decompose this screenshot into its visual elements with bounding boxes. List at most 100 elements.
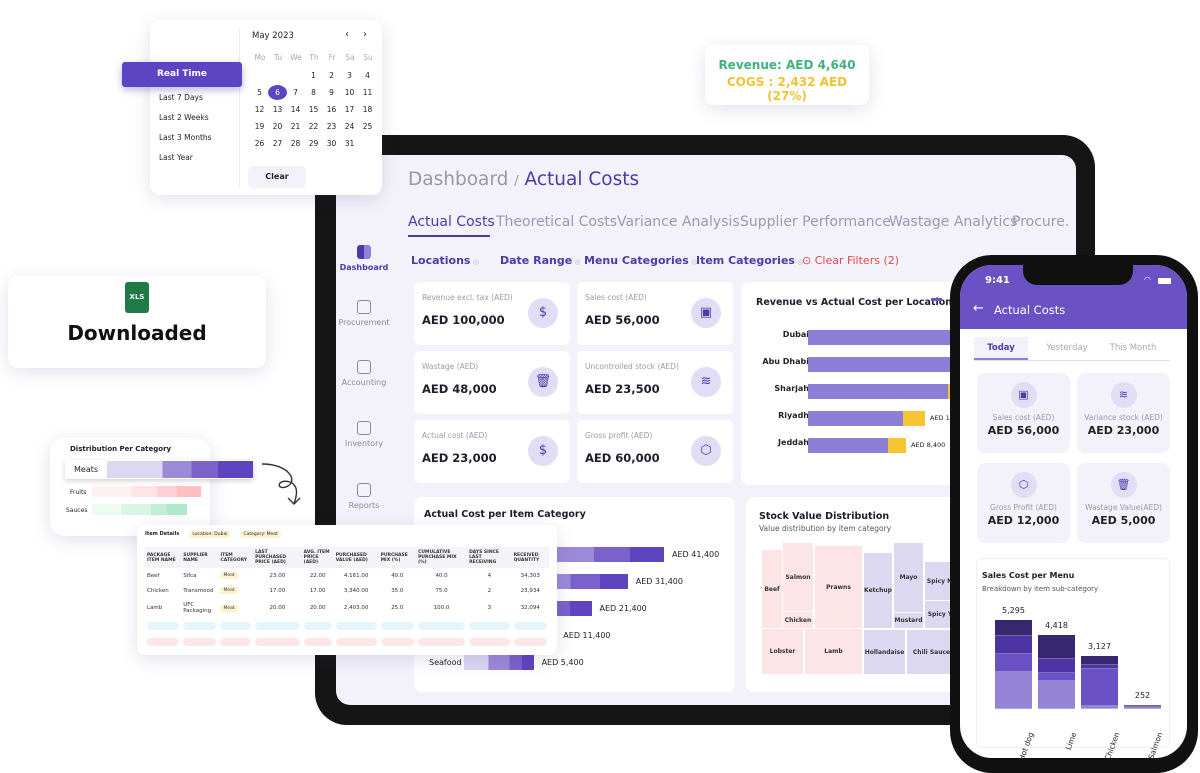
calendar-day[interactable]: 12 [250,102,269,117]
column-header[interactable]: AVG. ITEM PRICE (AED) [301,547,334,568]
preset-real-time[interactable]: Real Time [122,62,242,87]
bar-label: Abu Dhabi [762,357,809,366]
calendar-day[interactable]: 24 [340,119,359,134]
calendar-day[interactable]: 8 [304,85,323,100]
calendar-day[interactable]: 5 [250,85,269,100]
calendar-day[interactable]: 27 [268,136,287,151]
table-row[interactable]: Beef Sifca Meat 23.00 22.00 4,161.00 40.0 40.0 4… [145,568,549,583]
calendar-day[interactable]: 23 [322,119,341,134]
prev-month-button[interactable]: ‹ [345,29,349,40]
treemap-cell[interactable]: Lamb [805,629,862,674]
sidebar-item-inventory[interactable]: Inventory [336,421,392,448]
phone-kpi-card: 🗑 Wastage Value(AED) AED 5,000 [1077,463,1170,543]
calendar-day[interactable]: 28 [286,136,305,151]
calendar-day[interactable]: 18 [358,102,377,117]
calendar-day[interactable]: 16 [322,102,341,117]
menu-bar[interactable] [995,620,1032,709]
calendar-day[interactable]: 19 [250,119,269,134]
back-button[interactable]: ← [973,301,984,316]
calendar-day[interactable]: 30 [322,136,341,151]
column-header[interactable]: SUPPLIER NAME [181,547,219,568]
sidebar-item-accounting[interactable]: Accounting [336,360,392,387]
menu-bar[interactable] [1081,656,1118,709]
filter-menu-categories[interactable]: Menu Categories ◎ [584,254,697,267]
month-selector[interactable]: May 2023 [252,31,294,41]
calendar-day[interactable]: 3 [340,68,359,83]
calendar-day[interactable]: 11 [358,85,377,100]
placeholder-row [145,618,549,634]
clear-filters-button[interactable]: ⊙ Clear Filters (2) [802,254,899,267]
calendar-day[interactable]: 15 [304,102,323,117]
phone-tab-2[interactable]: This Month [1098,337,1168,360]
phone-tab-0[interactable]: Today [974,337,1028,360]
tab-5[interactable]: Procure. [1012,214,1069,230]
breadcrumb-parent[interactable]: Dashboard [408,169,508,190]
tab-3[interactable]: Supplier Performance [740,214,891,230]
column-header[interactable]: RECEIVED QUANTITY [511,547,549,568]
column-header[interactable]: PURCHASED VALUE (AED) [333,547,379,568]
calendar-day[interactable]: 22 [304,119,323,134]
calendar-day[interactable]: 26 [250,136,269,151]
table-row[interactable]: Lamb UFC Packaging Meat 20.00 20.00 2,403.00 2… [145,598,549,618]
filter-date-range[interactable]: Date Range ◎ [500,254,581,267]
calendar-day[interactable]: 14 [286,102,305,117]
tab-2[interactable]: Variance Analysis [617,214,740,230]
sidebar-item-dashboard[interactable]: Dashboard [336,245,392,272]
menu-bar[interactable] [1124,704,1161,709]
treemap-cell[interactable]: Mustard [894,613,923,628]
table-row[interactable]: Chicken Transmood Meat 17.00 17.00 3,340.00 35… [145,583,549,598]
preset-last-3-months[interactable]: Last 3 Months [159,133,212,142]
calendar-day[interactable]: 7 [286,85,305,100]
treemap-cell[interactable]: Ketchup [864,553,892,628]
column-header[interactable]: CUMULATIVE PURCHASE MIX (%) [416,547,468,568]
location-chip[interactable]: Location: Dubai [189,531,231,538]
treemap-cell[interactable]: Prawns [815,546,862,628]
tab-0[interactable]: Actual Costs [408,214,495,230]
category-chip[interactable]: Category: Meat [240,531,281,538]
calendar-day[interactable]: 25 [358,119,377,134]
calendar-day[interactable]: 31 [340,136,359,151]
next-month-button[interactable]: › [363,29,367,40]
meats-row[interactable]: Meats [65,460,253,479]
calendar-day[interactable]: 13 [268,102,287,117]
menu-bar[interactable] [1038,634,1075,709]
treemap-cell[interactable]: Salmon [783,543,813,611]
column-header[interactable]: ITEM CATEGORY [218,547,254,568]
cash-icon: ▣ [691,298,721,328]
treemap-cell[interactable]: Hollandaise [864,630,905,674]
calendar-day[interactable]: 2 [322,68,341,83]
treemap-cell[interactable]: Chicken [783,612,813,628]
preset-last-7-days[interactable]: Last 7 Days [159,93,203,102]
phone-tab-1[interactable]: Yesterday [1032,337,1102,360]
clear-button[interactable]: Clear [248,166,306,188]
treemap-cell[interactable]: Mayo [894,543,923,612]
tab-4[interactable]: Wastage Analytics [889,214,1017,230]
column-header[interactable]: LAST PURCHASED PRICE (AED) [253,547,302,568]
treemap-cell[interactable]: Lobster [762,629,803,674]
treemap-cell[interactable]: Beef [762,550,782,628]
calendar-day[interactable]: 20 [268,119,287,134]
sidebar-label: Procurement [338,318,390,327]
calendar-day[interactable]: 10 [340,85,359,100]
calendar-day[interactable]: 17 [340,102,359,117]
calendar-day[interactable]: 4 [358,68,377,83]
calendar-day[interactable]: 6 [268,85,287,100]
calendar-day[interactable]: 1 [304,68,323,83]
column-header[interactable]: DAYS SINCE LAST RECEIVING [467,547,512,568]
placeholder-cell [334,634,379,650]
column-header[interactable]: PACKAGE ITEM NAME [145,547,182,568]
table-cell: 34,303 [512,568,549,583]
column-header[interactable]: PURCHASE MIX (%) [378,547,417,568]
sidebar-item-reports[interactable]: Reports [336,483,392,510]
calendar-day[interactable]: 21 [286,119,305,134]
distribution-title: Distribution Per Category [70,445,172,453]
filter-item-categories[interactable]: Item Categories ◎ [696,254,804,267]
calendar-day[interactable]: 9 [322,85,341,100]
preset-last-year[interactable]: Last Year [159,153,193,162]
preset-last-2-weeks[interactable]: Last 2 Weeks [159,113,209,122]
tab-1[interactable]: Theoretical Costs [496,214,617,230]
calendar-day[interactable]: 29 [304,136,323,151]
treemap-cell[interactable]: Chili Sauce [907,630,956,674]
sidebar-item-procurement[interactable]: Procurement [336,300,392,327]
filter-locations[interactable]: Locations ◎ [411,254,479,267]
